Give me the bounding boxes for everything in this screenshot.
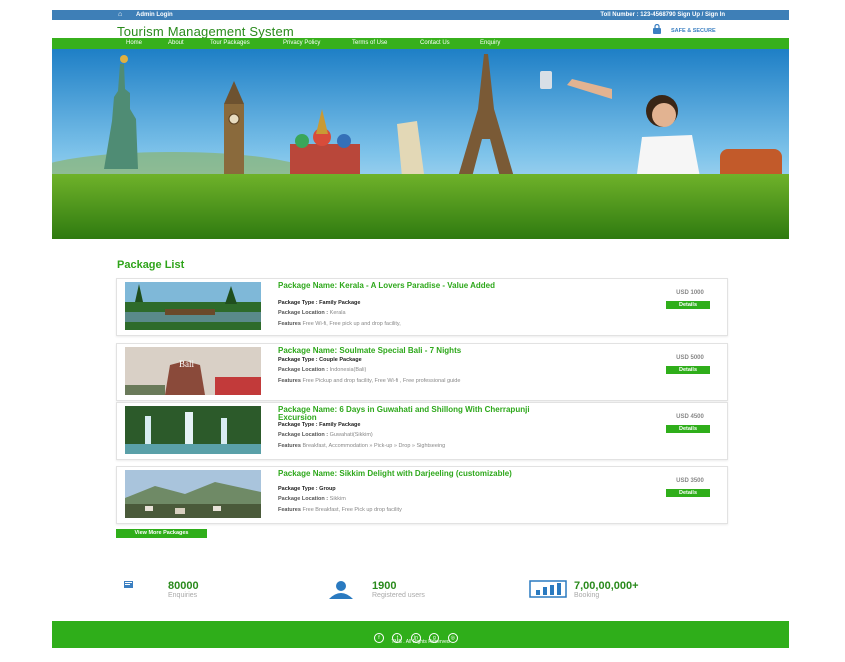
package-type: Package Type : Family Package: [278, 300, 361, 306]
top-bar: ⌂ Admin Login Toll Number : 123-4568790 …: [52, 10, 789, 20]
stat-value: 7,00,00,000+: [574, 580, 639, 592]
toll-and-signin[interactable]: Toll Number : 123-4568790 Sign Up / Sign…: [600, 12, 725, 18]
page-frame: ⌂ Admin Login Toll Number : 123-4568790 …: [52, 10, 789, 648]
package-features: Features Breakfast, Accommodation » Pick…: [278, 443, 446, 449]
package-thumbnail[interactable]: [125, 406, 261, 454]
package-features: Features Free Breakfast, Free Pick up dr…: [278, 507, 402, 513]
stat-label: Registered users: [372, 592, 425, 599]
details-button[interactable]: Details: [666, 489, 710, 497]
details-button[interactable]: Details: [666, 425, 710, 433]
home-icon[interactable]: ⌂: [118, 11, 122, 18]
package-list-title: Package List: [117, 259, 185, 271]
package-location: Package Location : Indonesia(Bali): [278, 367, 367, 373]
package-features: Features Free Wi-fi, Free pick up and dr…: [278, 321, 401, 327]
bali-thumb-text: Bali: [179, 359, 194, 369]
package-name[interactable]: Package Name: Kerala - A Lovers Paradise…: [278, 282, 548, 290]
package-name[interactable]: Package Name: Sikkim Delight with Darjee…: [278, 470, 548, 478]
site-footer: f t in g ◎ TMS . All Rights Reserved: [52, 621, 789, 648]
nav-enquiry[interactable]: Enquiry: [480, 40, 500, 46]
package-card: Package Name: Sikkim Delight with Darjee…: [116, 466, 728, 524]
package-price: USD 1000: [676, 290, 704, 296]
package-features: Features Free Pickup and drop facility, …: [278, 378, 461, 384]
nav-about[interactable]: About: [168, 40, 184, 46]
kerala-image: [125, 282, 261, 330]
details-button[interactable]: Details: [666, 301, 710, 309]
package-card: Bali Package Name: Soulmate Special Bali…: [116, 343, 728, 401]
package-type: Package Type : Group: [278, 486, 336, 492]
nav-home[interactable]: Home: [126, 40, 142, 46]
bar-chart-icon: [529, 580, 567, 598]
user-icon: [329, 581, 353, 599]
lock-icon: [653, 24, 661, 34]
package-location: Package Location : Kerala: [278, 310, 346, 316]
package-thumbnail[interactable]: [125, 470, 261, 518]
nav-tour-packages[interactable]: Tour Packages: [210, 40, 250, 46]
hero-image: [52, 49, 789, 239]
enquiry-icon: [124, 581, 133, 588]
nav-contact-us[interactable]: Contact Us: [420, 40, 450, 46]
nav-privacy-policy[interactable]: Privacy Policy: [283, 40, 320, 46]
hero-banner: [52, 49, 789, 239]
package-location: Package Location : Sikkim: [278, 496, 346, 502]
package-price: USD 3500: [676, 478, 704, 484]
package-type: Package Type : Family Package: [278, 422, 361, 428]
copyright-text: TMS . All Rights Reserved: [391, 639, 450, 645]
package-price: USD 5000: [676, 355, 704, 361]
package-thumbnail[interactable]: [125, 282, 261, 330]
nav-terms-of-use[interactable]: Terms of Use: [352, 40, 387, 46]
package-location: Package Location : Guwahati(Sikkim): [278, 432, 373, 438]
package-name[interactable]: Package Name: 6 Days in Guwahati and Shi…: [278, 406, 548, 422]
safe-secure-label: SAFE & SECURE: [671, 28, 716, 34]
package-name[interactable]: Package Name: Soulmate Special Bali - 7 …: [278, 347, 548, 355]
package-card: Package Name: 6 Days in Guwahati and Shi…: [116, 402, 728, 460]
package-card: Package Name: Kerala - A Lovers Paradise…: [116, 278, 728, 336]
stat-label: Booking: [574, 592, 600, 599]
package-type: Package Type : Couple Package: [278, 357, 362, 363]
sikkim-image: [125, 470, 261, 518]
bali-image: Bali: [125, 347, 261, 395]
site-brand[interactable]: Tourism Management System: [117, 24, 294, 39]
admin-login-link[interactable]: Admin Login: [136, 12, 173, 18]
waterfall-image: [125, 406, 261, 454]
stat-value: 1900: [372, 580, 397, 592]
main-nav: Home About Tour Packages Privacy Policy …: [52, 38, 789, 49]
stat-value: 80000: [168, 580, 199, 592]
details-button[interactable]: Details: [666, 366, 710, 374]
view-more-packages-button[interactable]: View More Packages: [116, 529, 207, 538]
stat-label: Enquiries: [168, 592, 198, 599]
package-thumbnail[interactable]: Bali: [125, 347, 261, 395]
package-price: USD 4500: [676, 414, 704, 420]
